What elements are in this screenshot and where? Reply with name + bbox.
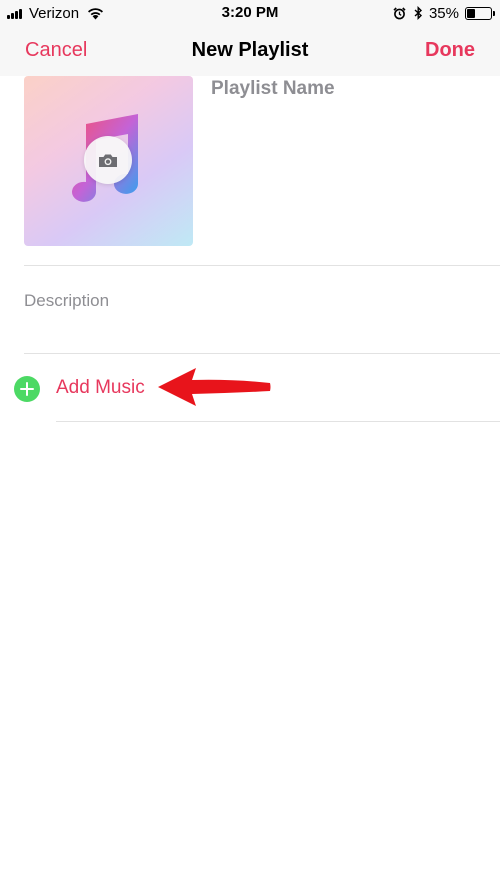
description-input[interactable]: Description xyxy=(24,291,484,315)
divider xyxy=(24,353,500,354)
plus-circle-icon xyxy=(14,376,40,402)
navigation-bar: Cancel New Playlist Done xyxy=(0,26,500,76)
done-button[interactable]: Done xyxy=(425,39,475,62)
battery-fill xyxy=(467,8,475,18)
red-arrow-icon xyxy=(158,368,271,406)
status-bar: Verizon 3:20 PM 35% xyxy=(0,0,500,26)
status-right: 35% xyxy=(393,4,495,22)
add-music-label: Add Music xyxy=(56,377,145,398)
battery-icon xyxy=(465,6,495,20)
camera-icon xyxy=(99,154,117,167)
divider xyxy=(56,421,500,422)
alarm-icon xyxy=(393,6,406,19)
battery-percent: 35% xyxy=(428,4,459,22)
camera-button[interactable] xyxy=(84,136,132,184)
playlist-artwork[interactable] xyxy=(24,76,193,246)
playlist-name-input[interactable]: Playlist Name xyxy=(211,78,491,104)
bluetooth-icon xyxy=(414,6,422,20)
divider xyxy=(24,265,500,266)
